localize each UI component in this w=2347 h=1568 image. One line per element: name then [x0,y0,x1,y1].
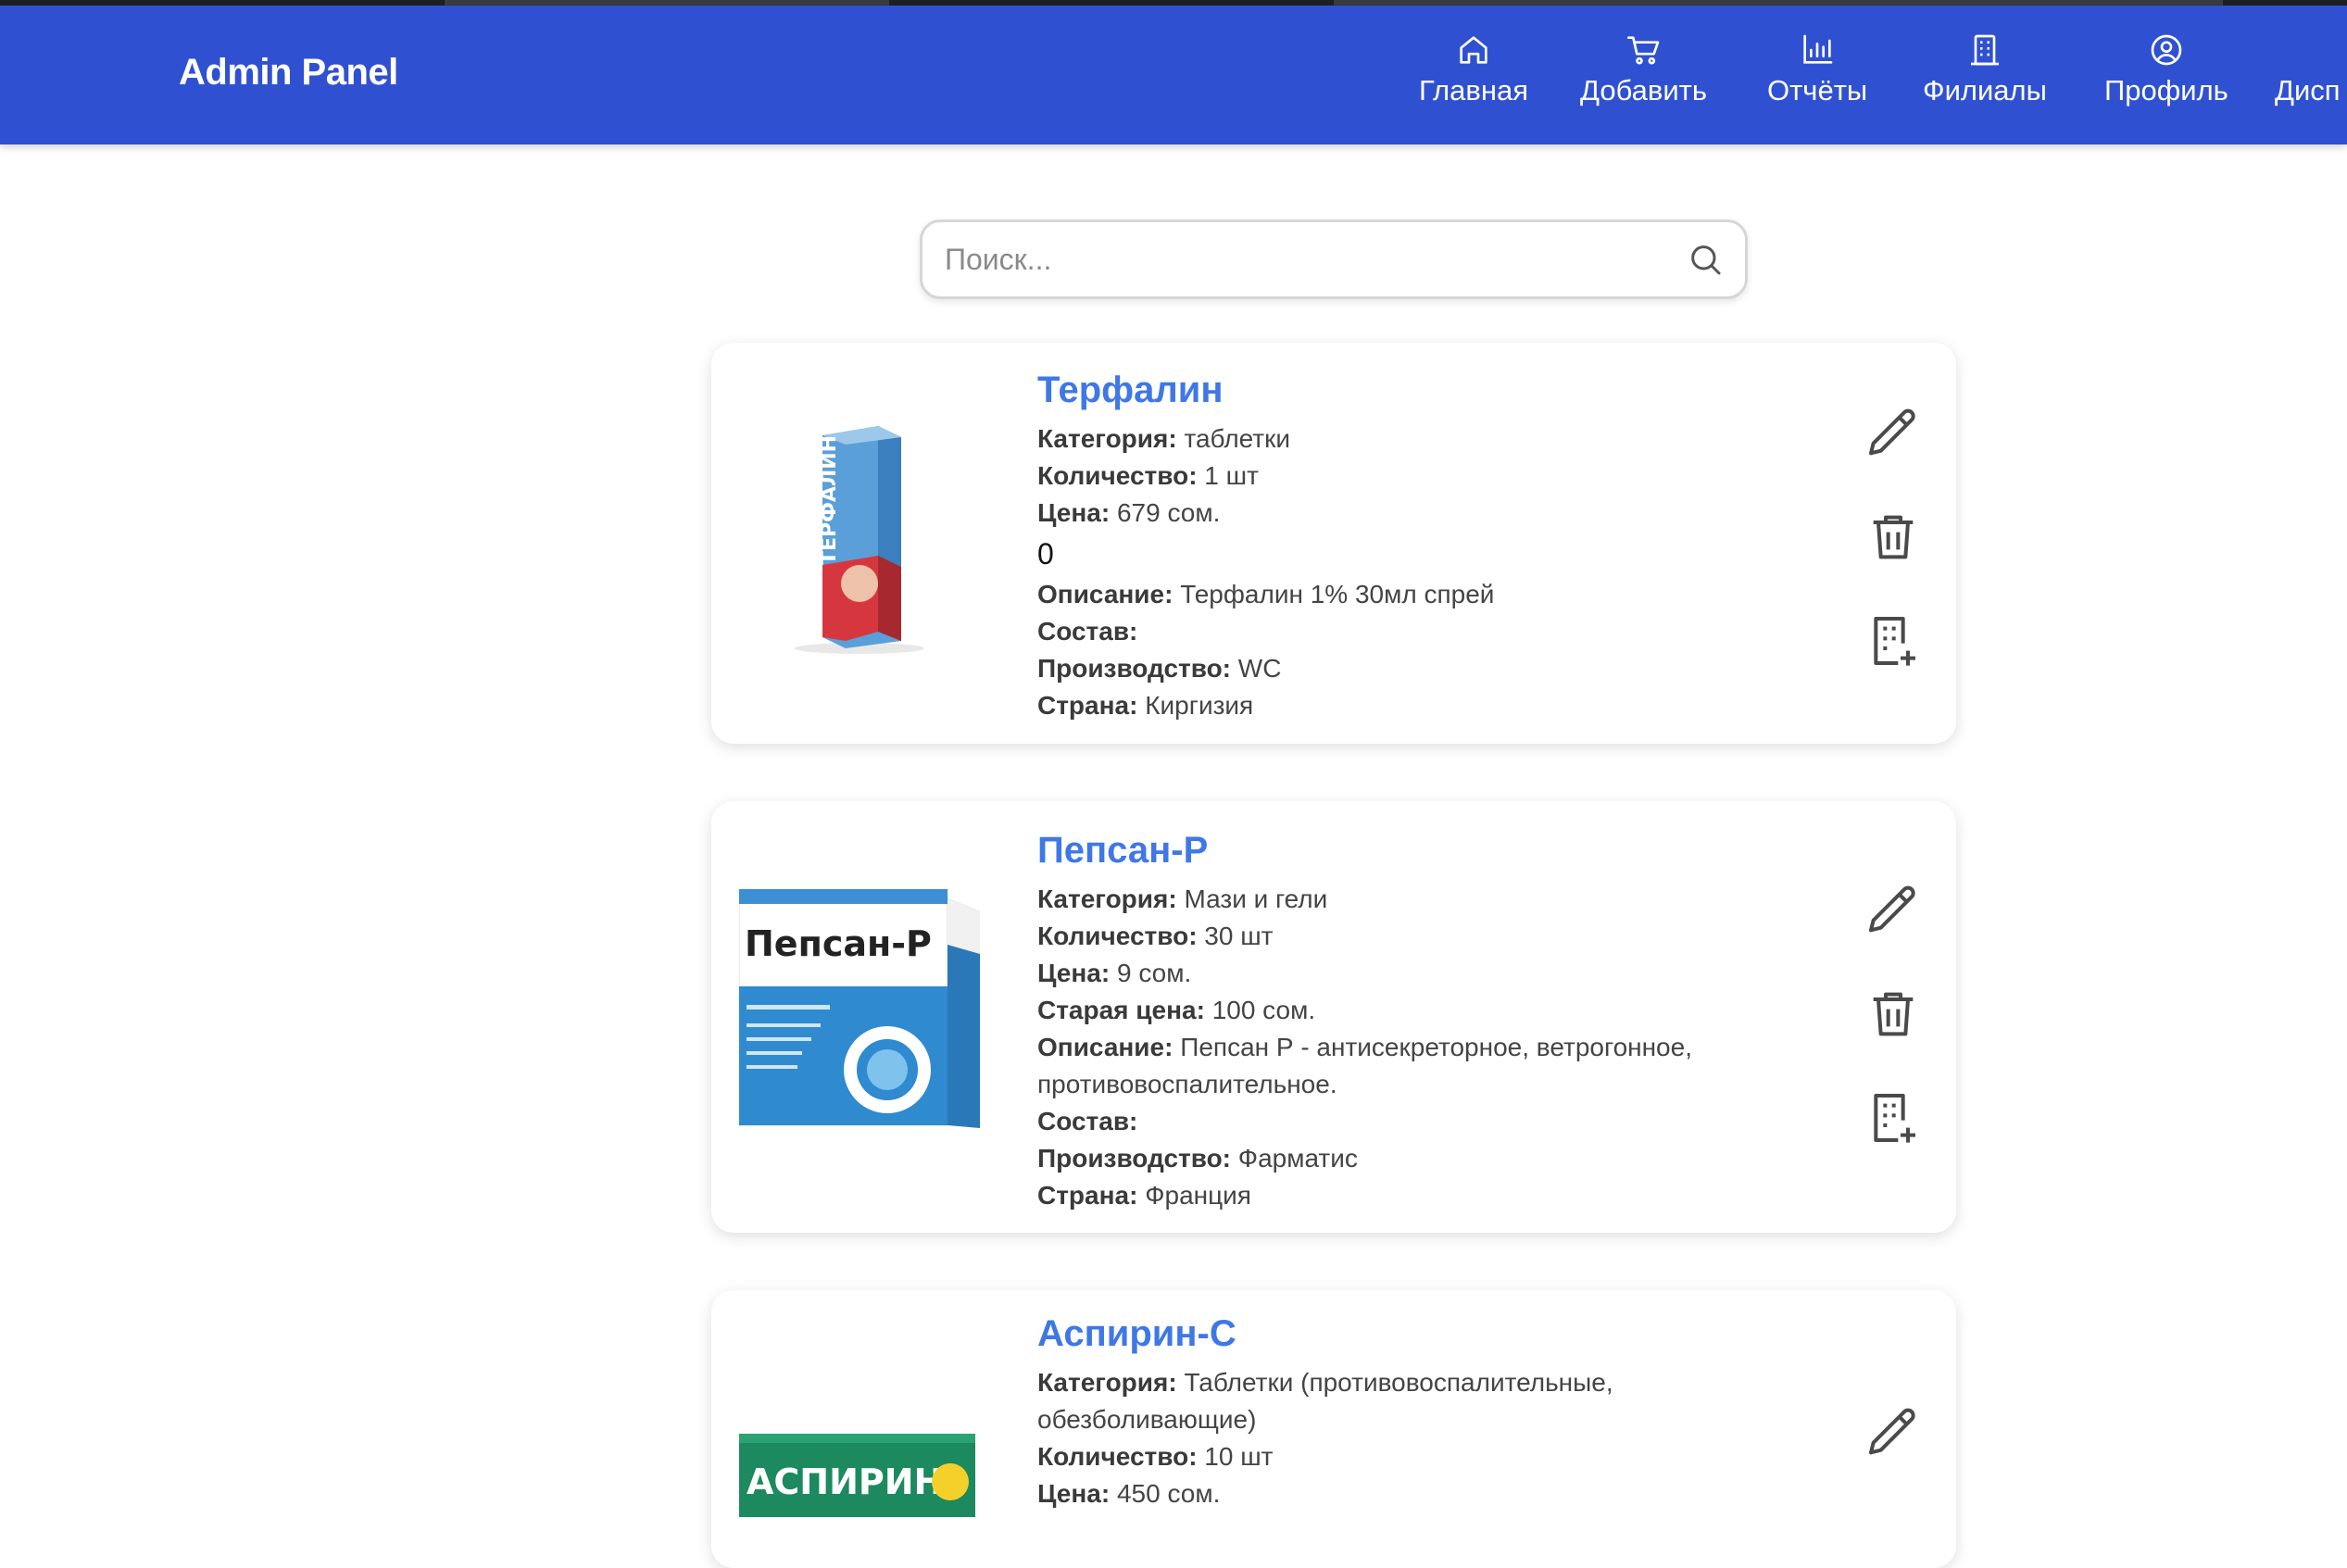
search-icon[interactable] [1687,241,1724,278]
pencil-icon [1869,408,1915,456]
product-price: Цена: 679 сом. [1037,498,1221,527]
search-box [920,220,1748,299]
nav-profile-label: Профиль [2104,74,2228,107]
nav-branches[interactable]: Филиалы [1923,31,2047,124]
nav-icon-hidden [2275,31,2312,69]
svg-text:АСПИРИН: АСПИРИН [747,1461,943,1502]
product-title[interactable]: Пепсан-Р [1037,829,1778,872]
product-quantity: Количество: 10 шт [1037,1442,1274,1471]
building-add-icon [1874,617,1915,666]
product-image: ТЕРФАЛИН [795,426,924,654]
edit-button[interactable] [1864,881,1923,940]
product-description: Описание: Терфалин 1% 30мл спрей [1037,580,1495,608]
home-icon [1460,36,1487,64]
nav-reports-label: Отчёты [1767,74,1868,107]
product-manufacturer: Производство: Фарматис [1037,1144,1358,1173]
product-image: Пепсан-Р [739,889,980,1128]
product-quantity: Количество: 1 шт [1037,461,1259,490]
delete-button[interactable] [1864,985,1923,1044]
product-image: АСПИРИН [739,1434,975,1517]
brand-title[interactable]: Admin Panel [179,52,398,94]
user-circle-icon [2151,34,2182,66]
product-card: АСПИРИН Аспирин-С Категория: Таблетки (п… [711,1290,1956,1568]
product-card: ТЕРФАЛИН Терфалин Категория: таблетки Ко… [711,343,1956,744]
trash-icon [1873,515,1914,559]
search-input[interactable] [945,235,1667,283]
product-composition: Состав: [1037,1107,1138,1135]
product-category: Категория: Таблетки (противовоспалительн… [1037,1368,1613,1397]
product-category: Категория: Мази и гели [1037,884,1328,913]
product-quantity: Количество: 30 шт [1037,922,1274,950]
delete-button[interactable] [1864,508,1923,567]
nav-add-label: Добавить [1580,74,1708,107]
add-to-branch-button[interactable] [1864,611,1923,671]
product-title[interactable]: Аспирин-С [1037,1312,1778,1355]
trash-icon [1873,992,1914,1036]
product-category: Категория: таблетки [1037,424,1291,453]
product-manufacturer: Производство: WC [1037,654,1282,683]
svg-text:ТЕРФАЛИН: ТЕРФАЛИН [818,435,841,565]
pencil-icon [1869,1408,1915,1455]
product-old-price: Старая цена: 100 сом. [1037,996,1316,1024]
chart-icon [1803,34,1833,64]
product-card: Пепсан-Р Пепсан-Р Категория: Мази и гели… [711,801,1956,1233]
nav-reports[interactable]: Отчёты [1767,31,1867,124]
svg-text:Пепсан-Р: Пепсан-Р [745,923,932,964]
nav-add[interactable]: Добавить [1580,31,1707,124]
building-add-icon [1874,1094,1915,1143]
product-country: Страна: Киргизия [1037,691,1254,720]
nav-profile[interactable]: Профиль [2104,31,2228,124]
building-icon [1970,34,1999,66]
pencil-icon [1869,885,1915,933]
navbar: Admin Panel Главная Добавить Отчёты Фили… [0,6,2347,144]
product-price: Цена: 450 сом. [1037,1479,1221,1508]
product-description: Описание: Пепсан Р - антисекреторное, ве… [1037,1033,1692,1061]
edit-button[interactable] [1864,1403,1923,1462]
nav-dispatch-label: Дисп [2275,74,2341,107]
nav-home[interactable]: Главная [1419,31,1528,124]
product-extra-value: 0 [1037,537,1054,571]
edit-button[interactable] [1864,404,1923,463]
product-price: Цена: 9 сом. [1037,959,1192,987]
product-composition: Состав: [1037,617,1138,646]
product-country: Страна: Франция [1037,1181,1251,1210]
nav-dispatch[interactable]: Дисп [2275,31,2341,124]
cart-icon [1626,36,1659,65]
product-title[interactable]: Терфалин [1037,369,1778,411]
add-to-branch-button[interactable] [1864,1088,1923,1148]
product-description-cont: противовоспалительное. [1037,1070,1337,1098]
nav-branches-label: Филиалы [1923,74,2047,107]
nav-home-label: Главная [1419,74,1528,107]
product-category-cont: обезболивающие) [1037,1405,1257,1434]
